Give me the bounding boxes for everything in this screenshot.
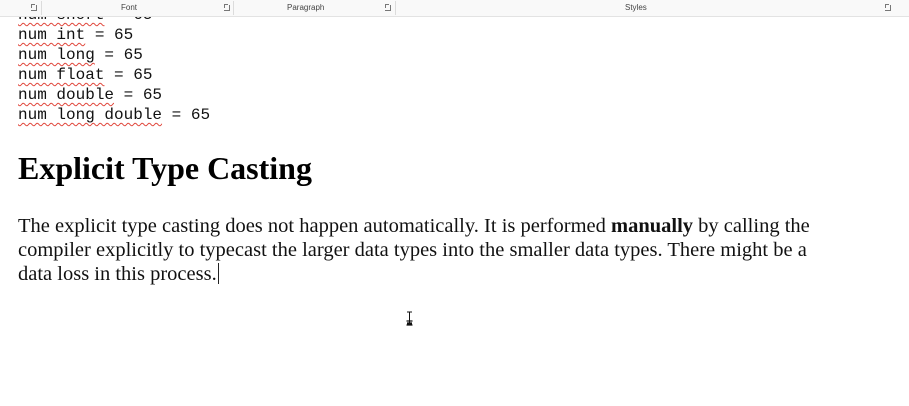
code-equals: =: [104, 17, 133, 24]
document-page[interactable]: num short = 65 num int = 65 num long = 6…: [0, 17, 909, 406]
code-line[interactable]: num float = 65: [18, 65, 210, 85]
body-paragraph[interactable]: The explicit type casting does not happe…: [18, 214, 818, 286]
code-equals: =: [94, 46, 124, 64]
code-type: num int: [18, 26, 86, 44]
clipboard-dialog-launcher-icon[interactable]: [31, 4, 37, 11]
ribbon-group-label-paragraph: Paragraph: [287, 3, 325, 12]
code-type: num long double: [18, 106, 163, 124]
code-type: num float: [18, 66, 105, 84]
code-value: 65: [114, 26, 134, 44]
ribbon-group-label-font: Font: [121, 3, 138, 12]
ribbon-group-font: Font: [42, 0, 232, 16]
code-line[interactable]: num long = 65: [18, 45, 210, 65]
paragraph-bold-word: manually: [611, 215, 694, 237]
code-value: 65: [133, 66, 153, 84]
code-value: 65: [142, 86, 163, 104]
code-line[interactable]: num short = 65: [18, 17, 210, 25]
ribbon-group-paragraph: Paragraph: [234, 0, 394, 16]
code-equals: =: [85, 26, 115, 44]
ibeam-cursor-icon: [406, 311, 413, 326]
code-line[interactable]: num long double = 65: [18, 105, 210, 125]
code-equals: =: [104, 66, 134, 84]
code-equals: =: [114, 86, 143, 104]
paragraph-text-start: The explicit type casting does not happe…: [18, 215, 611, 237]
ribbon-group-styles: Styles: [396, 0, 896, 16]
code-type: num long: [18, 46, 95, 64]
text-caret: [217, 263, 219, 284]
code-value: 65: [123, 46, 143, 64]
font-dialog-launcher-icon[interactable]: [224, 4, 230, 11]
section-heading[interactable]: Explicit Type Casting: [18, 150, 312, 187]
code-value: 65: [190, 106, 211, 124]
code-type: num short: [18, 17, 104, 24]
code-equals: =: [162, 106, 191, 124]
ribbon-group-labels: Font Paragraph Styles: [0, 0, 909, 17]
code-line[interactable]: num double = 65: [18, 85, 210, 105]
paragraph-dialog-launcher-icon[interactable]: [385, 4, 391, 11]
code-type: num double: [18, 86, 115, 104]
code-line[interactable]: num int = 65: [18, 25, 210, 45]
code-value: 65: [133, 17, 152, 24]
ribbon-group-label-styles: Styles: [625, 3, 647, 12]
styles-dialog-launcher-icon[interactable]: [885, 4, 891, 11]
code-block[interactable]: num short = 65 num int = 65 num long = 6…: [18, 17, 210, 125]
